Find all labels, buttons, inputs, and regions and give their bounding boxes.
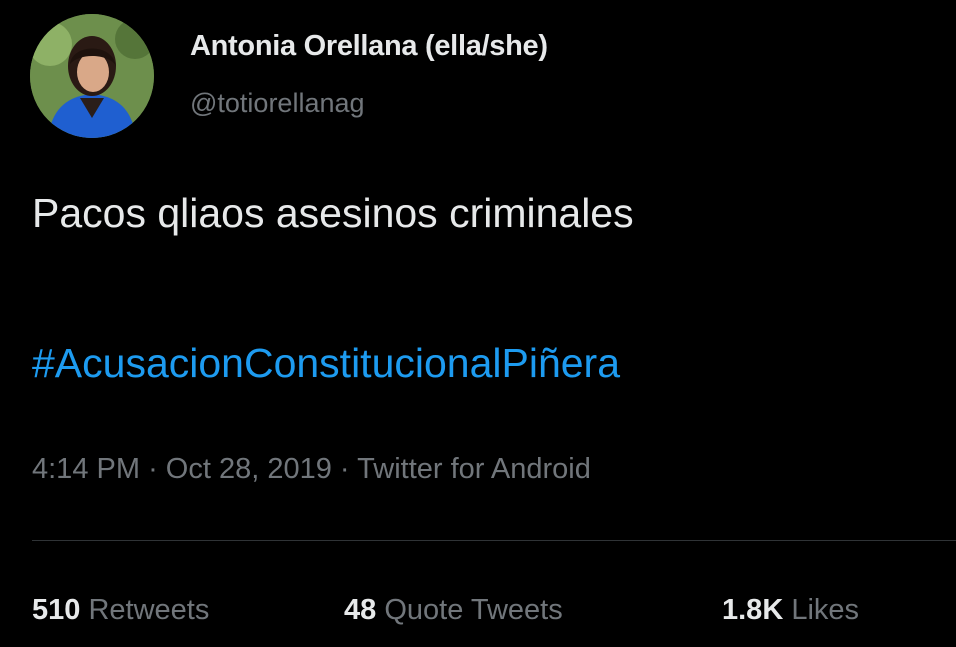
retweets-count: 510 — [32, 594, 81, 626]
tweet-text: Pacos qliaos asesinos criminales — [32, 190, 634, 236]
likes-label: Likes — [791, 594, 860, 626]
tweet: Antonia Orellana (ella/she) @totiorellan… — [0, 0, 956, 647]
tweet-time[interactable]: 4:14 PM — [32, 453, 140, 485]
tweet-source[interactable]: Twitter for Android — [357, 453, 591, 485]
meta-separator: · — [148, 453, 158, 485]
quote-tweets-count: 48 — [344, 594, 377, 626]
author-avatar[interactable] — [30, 14, 154, 138]
hashtag-link[interactable]: #AcusacionConstitucionalPiñera — [32, 340, 620, 387]
quote-tweets-stat[interactable]: 48 Quote Tweets — [344, 594, 563, 627]
quote-tweets-label: Quote Tweets — [384, 594, 563, 626]
retweets-stat[interactable]: 510 Retweets — [32, 594, 209, 627]
divider — [32, 540, 956, 541]
tweet-meta: 4:14 PM · Oct 28, 2019 · Twitter for And… — [32, 453, 591, 486]
meta-separator: · — [339, 453, 350, 485]
likes-count: 1.8K — [722, 594, 784, 626]
tweet-date[interactable]: Oct 28, 2019 — [166, 453, 332, 485]
retweets-label: Retweets — [88, 594, 210, 626]
profile-photo-icon — [30, 14, 154, 138]
author-name[interactable]: Antonia Orellana (ella/she) — [190, 30, 548, 63]
likes-stat[interactable]: 1.8K Likes — [722, 594, 859, 627]
author-handle[interactable]: @totiorellanag — [190, 88, 365, 119]
